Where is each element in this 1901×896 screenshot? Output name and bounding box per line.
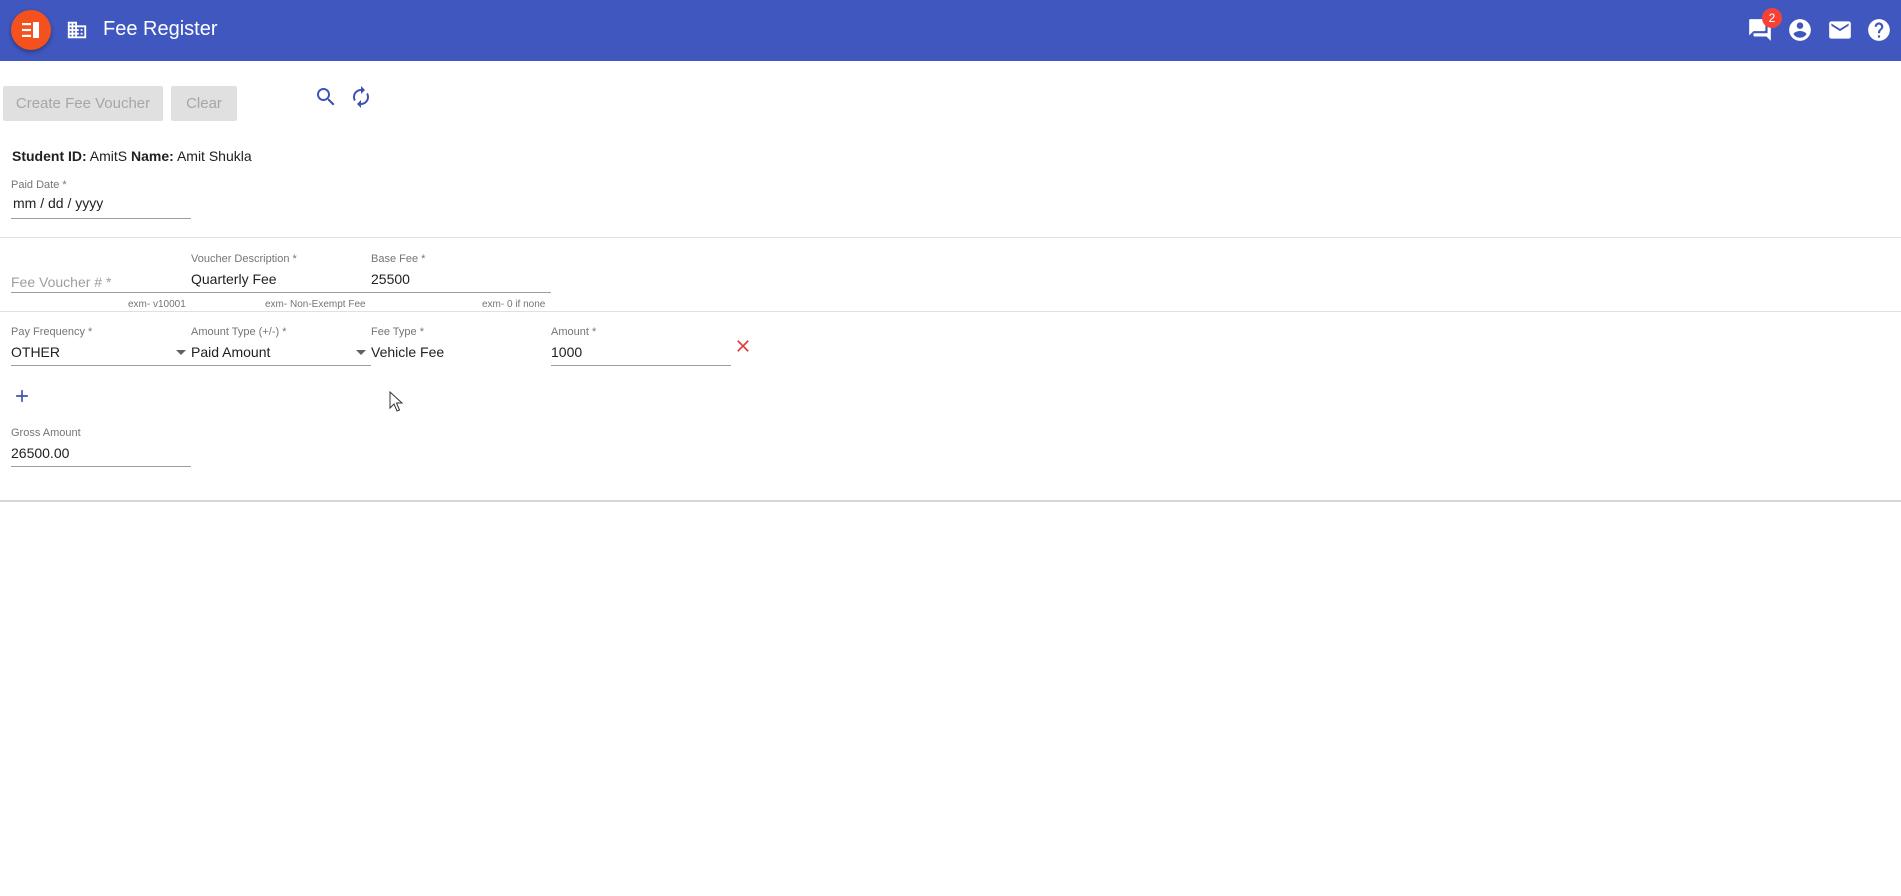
student-id-label: Student ID: <box>12 148 87 164</box>
pay-frequency-value: OTHER <box>11 344 60 360</box>
paid-date-input[interactable]: mm / dd / yyyy <box>13 195 103 211</box>
chevron-down-icon[interactable] <box>176 350 186 355</box>
search-icon[interactable] <box>314 85 338 109</box>
section-divider <box>0 311 1901 312</box>
amount-field[interactable]: Amount * 1000 <box>551 326 731 366</box>
refresh-icon[interactable] <box>349 85 373 109</box>
voucher-description-input[interactable]: Quarterly Fee <box>191 271 277 287</box>
student-name-value: Amit Shukla <box>176 148 252 164</box>
menu-button[interactable] <box>11 10 51 50</box>
voucher-description-underline <box>191 292 371 293</box>
app-bar: Fee Register 2 <box>0 0 1901 61</box>
fee-type-input[interactable]: Vehicle Fee <box>371 344 444 360</box>
amount-type-select[interactable]: Amount Type (+/-) * Paid Amount <box>191 326 371 366</box>
gross-amount-field: Gross Amount 26500.00 <box>11 427 191 467</box>
amount-type-label: Amount Type (+/-) * <box>191 326 287 338</box>
building-icon <box>67 21 87 39</box>
mail-icon[interactable] <box>1827 17 1853 43</box>
clear-button[interactable]: Clear <box>171 86 237 121</box>
student-id-value: AmitS <box>89 148 128 164</box>
base-fee-field[interactable]: Base Fee * 25500 <box>371 253 551 293</box>
voucher-description-field[interactable]: Voucher Description * Quarterly Fee <box>191 253 371 293</box>
paid-date-label: Paid Date * <box>11 179 67 191</box>
amount-type-underline <box>191 365 371 366</box>
student-info: Student ID: AmitS Name: Amit Shukla <box>12 147 252 165</box>
base-fee-label: Base Fee * <box>371 253 426 265</box>
voucher-description-label: Voucher Description * <box>191 253 297 265</box>
mouse-cursor-icon <box>389 391 403 412</box>
pay-frequency-label: Pay Frequency * <box>11 326 93 338</box>
voucher-description-hint: exm- Non-Exempt Fee <box>265 299 366 310</box>
gross-amount-label: Gross Amount <box>11 427 81 439</box>
help-icon[interactable] <box>1866 17 1892 43</box>
fee-voucher-number-field[interactable]: Fee Voucher # * <box>11 253 191 293</box>
base-fee-underline <box>371 292 551 293</box>
amount-label: Amount * <box>551 326 597 338</box>
page-title: Fee Register <box>103 18 218 40</box>
paid-date-field[interactable]: Paid Date * mm / dd / yyyy <box>11 179 191 219</box>
student-name-label: Name: <box>131 148 174 164</box>
section-divider <box>0 237 1901 238</box>
amount-input[interactable]: 1000 <box>551 344 582 360</box>
chevron-down-icon[interactable] <box>356 350 366 355</box>
fee-type-label: Fee Type * <box>371 326 424 338</box>
pay-frequency-select[interactable]: Pay Frequency * OTHER <box>11 326 191 366</box>
paid-date-underline <box>11 218 191 219</box>
account-icon[interactable] <box>1787 17 1813 43</box>
menu-icon <box>22 22 39 38</box>
fee-voucher-number-hint: exm- v10001 <box>128 299 186 310</box>
fee-type-field[interactable]: Fee Type * Vehicle Fee <box>371 326 551 366</box>
add-row-icon[interactable] <box>12 386 32 406</box>
gross-amount-value: 26500.00 <box>11 445 70 461</box>
create-fee-voucher-button[interactable]: Create Fee Voucher <box>3 86 163 121</box>
notification-badge: 2 <box>1762 8 1782 28</box>
gross-amount-underline <box>11 466 191 467</box>
amount-underline <box>551 365 731 366</box>
base-fee-input[interactable]: 25500 <box>371 271 410 287</box>
amount-type-value: Paid Amount <box>191 344 271 360</box>
base-fee-hint: exm- 0 if none <box>482 299 546 310</box>
fee-voucher-number-underline <box>11 292 191 293</box>
delete-row-icon[interactable] <box>733 336 753 356</box>
fee-voucher-number-input[interactable]: Fee Voucher # * <box>11 274 111 290</box>
section-divider <box>0 500 1901 502</box>
pay-frequency-underline <box>11 365 191 366</box>
